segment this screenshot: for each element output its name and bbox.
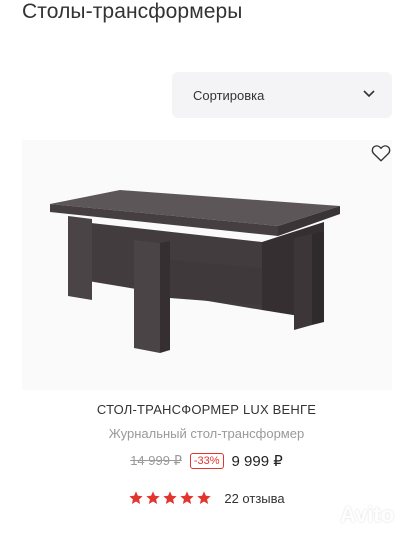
star-icon [129,491,144,504]
page-title: Столы-трансформеры [22,0,243,23]
reviews-count[interactable]: 22 отзыва [224,491,284,506]
price-row: 14 999 ₽ -33% 9 999 ₽ [0,452,413,470]
discount-badge: -33% [189,453,224,469]
heart-icon[interactable] [370,142,392,164]
avito-watermark: Avito [306,500,394,530]
sort-label: Сортировка [193,88,265,103]
avito-logo-icon [310,502,334,528]
star-icon [163,491,178,504]
product-description: Журнальный стол-трансформер [108,426,305,441]
star-icon [197,491,212,504]
star-icon [146,491,161,504]
sort-dropdown[interactable]: Сортировка [172,72,392,118]
avito-watermark-text: Avito [340,502,395,527]
product-name[interactable]: СТОЛ-ТРАНСФОРМЕР LUX ВЕНГЕ [0,402,413,417]
coffee-table-illustration [50,190,340,353]
current-price: 9 999 ₽ [231,453,283,470]
rating-stars [128,490,212,506]
chevron-down-icon [363,90,375,98]
product-image[interactable] [22,140,392,390]
star-icon [180,491,195,504]
old-price: 14 999 ₽ [130,453,182,468]
